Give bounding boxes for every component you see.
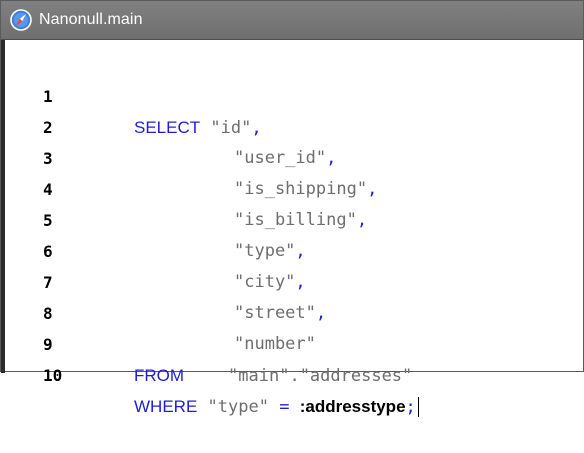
text-cursor [417,397,419,417]
code-line[interactable]: 1 SELECT "id", [5,50,575,138]
punctuation: ; [405,397,416,417]
code-line[interactable]: 2 "user_id", [5,81,575,168]
code-line[interactable]: 8 "number" [5,267,575,354]
code-line[interactable]: 6 "city", [5,205,575,292]
code-content: FROM "main"."addresses" [134,360,412,392]
title-bar[interactable]: Nanonull.main [1,1,583,40]
table-identifier: "main"."addresses" [228,366,413,386]
compass-icon [10,9,32,31]
code-line[interactable]: 3 "is_shipping", [5,112,575,199]
code-line[interactable]: 7 "street", [5,236,575,323]
sql-keyword: FROM [134,366,185,385]
column-identifier: "type" [207,397,269,417]
window-title: Nanonull.main [39,11,143,28]
sql-editor-window: Nanonull.main 1 SELECT "id", 2 "user_id"… [0,0,584,417]
code-line[interactable]: 5 "type", [5,174,575,261]
operator: = [279,397,290,417]
parameter: :addresstype [299,397,406,416]
code-line[interactable]: 10 WHERE "type" = :addresstype; [5,329,575,417]
line-number: 10 [43,366,63,385]
code-content: WHERE "type" = :addresstype; [134,391,419,423]
code-editor[interactable]: 1 SELECT "id", 2 "user_id", 3 "is_shippi… [5,40,583,417]
sql-keyword: WHERE [134,397,198,416]
code-line[interactable]: 9 FROM "main"."addresses" [5,298,575,386]
code-line[interactable]: 4 "is_billing", [5,143,575,230]
